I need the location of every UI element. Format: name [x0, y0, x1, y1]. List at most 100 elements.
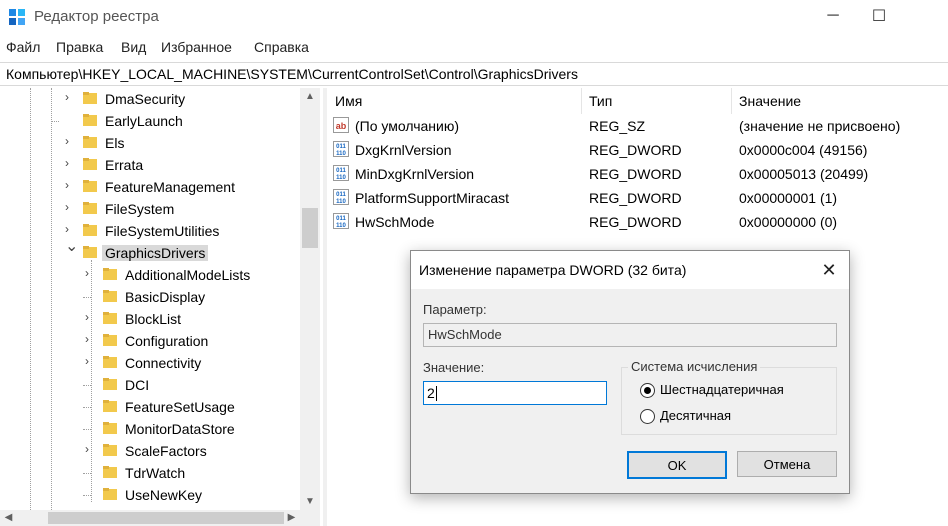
ok-button[interactable]: OK [627, 451, 727, 479]
tree-item[interactable]: › FileSystemUtilities [0, 220, 300, 242]
folder-icon [103, 488, 117, 500]
chevron-down-icon[interactable]: ⌄ [65, 239, 78, 255]
tree-item-label: FileSystemUtilities [105, 223, 220, 239]
tree-item-label: FileSystem [105, 201, 175, 217]
tree-item-label: BasicDisplay [125, 289, 206, 305]
tree-item[interactable]: ⌄ GraphicsDrivers [0, 239, 300, 264]
minimize-button[interactable]: ─ [810, 0, 856, 32]
folder-icon [103, 466, 117, 478]
tree-item-label: ScaleFactors [125, 443, 207, 459]
horizontal-scroll-thumb[interactable] [48, 512, 284, 524]
menu-edit[interactable]: Правка [56, 39, 103, 55]
folder-icon [83, 180, 97, 192]
folder-icon [83, 224, 97, 236]
radio-unselected-icon[interactable] [640, 409, 655, 424]
tree-item-label: EarlyLaunch [105, 113, 183, 129]
chevron-right-icon[interactable]: › [85, 267, 95, 279]
folder-icon [103, 334, 117, 346]
radio-selected-icon[interactable] [640, 383, 655, 398]
tree-item-label: Connectivity [125, 355, 202, 371]
tree-item[interactable]: › FeatureManagement [0, 176, 300, 198]
tree-item[interactable]: › Els [0, 132, 300, 154]
tree-item[interactable]: UseNewKey [0, 484, 300, 506]
tree-vertical-scrollbar[interactable]: ▲ ▼ [300, 88, 320, 510]
tree-item[interactable]: TdrWatch [0, 462, 300, 484]
dialog-close-icon[interactable]: ✕ [809, 251, 849, 289]
tree-item[interactable]: › ScaleFactors [0, 440, 300, 462]
folder-icon [83, 92, 97, 104]
tree-item-label: Els [105, 135, 125, 151]
value-row[interactable]: 011 110 HwSchMode REG_DWORD 0x00000000 (0) [328, 210, 948, 234]
chevron-right-icon[interactable]: › [85, 443, 95, 455]
scroll-thumb[interactable] [302, 208, 318, 248]
menu-favorites[interactable]: Избранное [161, 39, 232, 55]
tree-item-label: GraphicsDrivers [102, 245, 209, 261]
folder-icon [103, 312, 117, 324]
tree-item[interactable]: › Configuration [0, 330, 300, 352]
address-bar[interactable]: Компьютер\HKEY_LOCAL_MACHINE\SYSTEM\Curr… [0, 62, 948, 86]
chevron-right-icon[interactable]: › [65, 201, 75, 213]
value-row[interactable]: ab (По умолчанию) REG_SZ (значение не присв… [328, 114, 948, 138]
value-type: REG_DWORD [589, 142, 682, 158]
column-divider[interactable] [731, 88, 732, 114]
tree-item[interactable]: › Errata [0, 154, 300, 176]
chevron-right-icon[interactable]: › [85, 355, 95, 367]
menu-help[interactable]: Справка [254, 39, 309, 55]
folder-icon [103, 444, 117, 456]
value-row[interactable]: 011 110 DxgKrnlVersion REG_DWORD 0x0000c004 … [328, 138, 948, 162]
tree-item[interactable]: › FileSystem [0, 198, 300, 220]
svg-text:011: 011 [336, 216, 346, 222]
scroll-left-icon[interactable]: ◀ [0, 510, 17, 526]
scroll-up-icon[interactable]: ▲ [300, 88, 320, 105]
chevron-right-icon[interactable]: › [85, 311, 95, 323]
tree-item[interactable]: › DmaSecurity [0, 88, 300, 110]
tree-item-label: Configuration [125, 333, 209, 349]
tree-item[interactable]: BasicDisplay [0, 286, 300, 308]
folder-icon [103, 290, 117, 302]
menu-view[interactable]: Вид [121, 39, 146, 55]
tree-item[interactable]: › Connectivity [0, 352, 300, 374]
dialog-title: Изменение параметра DWORD (32 бита) [419, 262, 687, 278]
tree-item[interactable]: MonitorDataStore [0, 418, 300, 440]
column-type[interactable]: Тип [589, 93, 612, 109]
value-row[interactable]: 011 110 PlatformSupportMiracast REG_DWORD 0x… [328, 186, 948, 210]
value-name: DxgKrnlVersion [355, 142, 452, 158]
scroll-right-icon[interactable]: ▶ [283, 510, 300, 526]
tree-item[interactable]: FeatureSetUsage [0, 396, 300, 418]
pane-splitter[interactable] [323, 88, 327, 526]
tree-item[interactable]: DCI [0, 374, 300, 396]
column-value[interactable]: Значение [739, 93, 801, 109]
chevron-right-icon[interactable]: › [85, 333, 95, 345]
value-type: REG_DWORD [589, 214, 682, 230]
chevron-right-icon[interactable]: › [65, 135, 75, 147]
base-group: Система исчисления Шестнадцатеричная Дес… [621, 359, 837, 435]
menu-file[interactable]: Файл [6, 39, 40, 55]
chevron-right-icon[interactable]: › [65, 91, 75, 103]
column-name[interactable]: Имя [335, 93, 362, 109]
radio-dec-label: Десятичная [660, 408, 732, 423]
column-divider[interactable] [581, 88, 582, 114]
title-bar: Редактор реестра ─ ☐ [0, 0, 948, 34]
value-input-text: 2 [427, 385, 435, 401]
chevron-right-icon[interactable]: › [65, 223, 75, 235]
tree-guide-line [83, 297, 91, 298]
cancel-button[interactable]: Отмена [737, 451, 837, 477]
scroll-down-icon[interactable]: ▼ [300, 493, 320, 510]
tree-item-label: Errata [105, 157, 144, 173]
value-type: REG_DWORD [589, 190, 682, 206]
value-input[interactable]: 2 [423, 381, 607, 405]
chevron-right-icon[interactable]: › [65, 157, 75, 169]
chevron-right-icon[interactable]: › [65, 179, 75, 191]
edit-dword-dialog: Изменение параметра DWORD (32 бита) ✕ Па… [410, 250, 850, 494]
folder-icon [103, 422, 117, 434]
tree-horizontal-scrollbar[interactable]: ◀ ▶ [0, 510, 320, 526]
value-value: (значение не присвоено) [739, 118, 901, 134]
value-row[interactable]: 011 110 MinDxgKrnlVersion REG_DWORD 0x000050… [328, 162, 948, 186]
tree-item[interactable]: EarlyLaunch [0, 110, 300, 132]
svg-text:011: 011 [336, 192, 346, 198]
tree-item[interactable]: › AdditionalModeLists [0, 264, 300, 286]
list-header: Имя Тип Значение [328, 88, 948, 114]
folder-icon [83, 158, 97, 170]
tree-item[interactable]: › BlockList [0, 308, 300, 330]
maximize-button[interactable]: ☐ [856, 0, 902, 32]
